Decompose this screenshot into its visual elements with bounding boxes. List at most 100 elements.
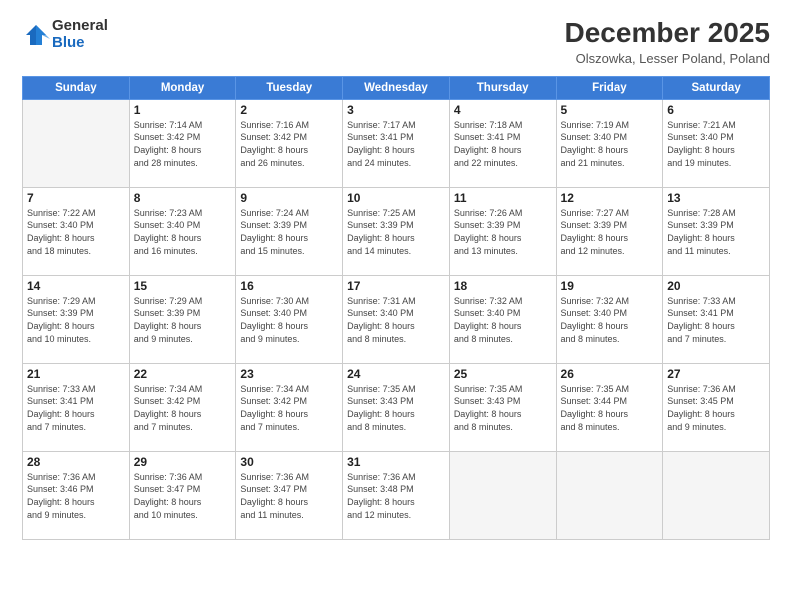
table-row: 17 Sunrise: 7:31 AMSunset: 3:40 PMDayligh… — [343, 275, 450, 363]
cell-info: Sunrise: 7:35 AMSunset: 3:44 PMDaylight:… — [561, 383, 659, 433]
day-number: 30 — [240, 455, 338, 469]
calendar-table: Sunday Monday Tuesday Wednesday Thursday… — [22, 76, 770, 540]
header: General Blue December 2025 Olszowka, Les… — [22, 18, 770, 66]
day-number: 12 — [561, 191, 659, 205]
table-row: 26Sunrise: 7:35 AMSunset: 3:44 PMDayligh… — [556, 363, 663, 451]
cell-info: Sunrise: 7:28 AMSunset: 3:39 PMDaylight:… — [667, 207, 765, 257]
day-number: 19 — [561, 279, 659, 293]
header-monday: Monday — [129, 76, 236, 99]
table-row: 18 Sunrise: 7:32 AMSunset: 3:40 PMDayligh… — [449, 275, 556, 363]
cell-info: Sunrise: 7:36 AMSunset: 3:45 PMDaylight:… — [667, 383, 765, 433]
table-row: 16 Sunrise: 7:30 AMSunset: 3:40 PMDayligh… — [236, 275, 343, 363]
cell-info: Sunrise: 7:35 AMSunset: 3:43 PMDaylight:… — [454, 383, 552, 433]
cell-info: Sunrise: 7:36 AMSunset: 3:48 PMDaylight:… — [347, 471, 445, 521]
table-row: 10 Sunrise: 7:25 AMSunset: 3:39 PMDayligh… — [343, 187, 450, 275]
cell-info: Sunrise: 7:30 AMSunset: 3:40 PMDaylight:… — [240, 295, 338, 345]
table-row: 22Sunrise: 7:34 AMSunset: 3:42 PMDayligh… — [129, 363, 236, 451]
day-number: 14 — [27, 279, 125, 293]
day-number: 10 — [347, 191, 445, 205]
cell-info: Sunrise: 7:16 AMSunset: 3:42 PMDaylight:… — [240, 119, 338, 169]
table-row: 8 Sunrise: 7:23 AMSunset: 3:40 PMDaylight… — [129, 187, 236, 275]
calendar-week-row: 1 Sunrise: 7:14 AMSunset: 3:42 PMDaylight… — [23, 99, 770, 187]
day-number: 25 — [454, 367, 552, 381]
cell-info: Sunrise: 7:26 AMSunset: 3:39 PMDaylight:… — [454, 207, 552, 257]
day-number: 13 — [667, 191, 765, 205]
cell-info: Sunrise: 7:19 AMSunset: 3:40 PMDaylight:… — [561, 119, 659, 169]
table-row: 30Sunrise: 7:36 AMSunset: 3:47 PMDayligh… — [236, 451, 343, 539]
calendar-week-row: 28 Sunrise: 7:36 AMSunset: 3:46 PMDayligh… — [23, 451, 770, 539]
table-row: 6 Sunrise: 7:21 AMSunset: 3:40 PMDaylight… — [663, 99, 770, 187]
logo-icon — [22, 21, 50, 49]
table-row — [556, 451, 663, 539]
logo-blue-text: Blue — [52, 35, 108, 52]
header-tuesday: Tuesday — [236, 76, 343, 99]
calendar-week-row: 14 Sunrise: 7:29 AMSunset: 3:39 PMDayligh… — [23, 275, 770, 363]
table-row: 29 Sunrise: 7:36 AMSunset: 3:47 PMDayligh… — [129, 451, 236, 539]
cell-info: Sunrise: 7:18 AMSunset: 3:41 PMDaylight:… — [454, 119, 552, 169]
header-wednesday: Wednesday — [343, 76, 450, 99]
day-number: 9 — [240, 191, 338, 205]
cell-info: Sunrise: 7:33 AMSunset: 3:41 PMDaylight:… — [667, 295, 765, 345]
day-number: 11 — [454, 191, 552, 205]
location: Olszowka, Lesser Poland, Poland — [565, 51, 770, 66]
header-sunday: Sunday — [23, 76, 130, 99]
table-row: 25 Sunrise: 7:35 AMSunset: 3:43 PMDayligh… — [449, 363, 556, 451]
month-title: December 2025 — [565, 18, 770, 49]
day-number: 15 — [134, 279, 232, 293]
cell-info: Sunrise: 7:27 AMSunset: 3:39 PMDaylight:… — [561, 207, 659, 257]
day-number: 3 — [347, 103, 445, 117]
cell-info: Sunrise: 7:32 AMSunset: 3:40 PMDaylight:… — [454, 295, 552, 345]
table-row: 15Sunrise: 7:29 AMSunset: 3:39 PMDayligh… — [129, 275, 236, 363]
cell-info: Sunrise: 7:14 AMSunset: 3:42 PMDaylight:… — [134, 119, 232, 169]
day-number: 6 — [667, 103, 765, 117]
cell-info: Sunrise: 7:22 AMSunset: 3:40 PMDaylight:… — [27, 207, 125, 257]
cell-info: Sunrise: 7:34 AMSunset: 3:42 PMDaylight:… — [240, 383, 338, 433]
table-row: 23 Sunrise: 7:34 AMSunset: 3:42 PMDayligh… — [236, 363, 343, 451]
calendar-week-row: 7 Sunrise: 7:22 AMSunset: 3:40 PMDaylight… — [23, 187, 770, 275]
day-number: 4 — [454, 103, 552, 117]
cell-info: Sunrise: 7:21 AMSunset: 3:40 PMDaylight:… — [667, 119, 765, 169]
table-row: 13 Sunrise: 7:28 AMSunset: 3:39 PMDayligh… — [663, 187, 770, 275]
day-number: 2 — [240, 103, 338, 117]
table-row: 14 Sunrise: 7:29 AMSunset: 3:39 PMDayligh… — [23, 275, 130, 363]
table-row: 12 Sunrise: 7:27 AMSunset: 3:39 PMDayligh… — [556, 187, 663, 275]
table-row — [449, 451, 556, 539]
day-number: 29 — [134, 455, 232, 469]
table-row: 7 Sunrise: 7:22 AMSunset: 3:40 PMDaylight… — [23, 187, 130, 275]
table-row: 24 Sunrise: 7:35 AMSunset: 3:43 PMDayligh… — [343, 363, 450, 451]
day-number: 18 — [454, 279, 552, 293]
cell-info: Sunrise: 7:36 AMSunset: 3:47 PMDaylight:… — [134, 471, 232, 521]
cell-info: Sunrise: 7:17 AMSunset: 3:41 PMDaylight:… — [347, 119, 445, 169]
table-row: 27Sunrise: 7:36 AMSunset: 3:45 PMDayligh… — [663, 363, 770, 451]
table-row: 5 Sunrise: 7:19 AMSunset: 3:40 PMDaylight… — [556, 99, 663, 187]
cell-info: Sunrise: 7:23 AMSunset: 3:40 PMDaylight:… — [134, 207, 232, 257]
table-row: 9 Sunrise: 7:24 AMSunset: 3:39 PMDaylight… — [236, 187, 343, 275]
header-thursday: Thursday — [449, 76, 556, 99]
logo-text: General Blue — [52, 18, 108, 51]
cell-info: Sunrise: 7:36 AMSunset: 3:46 PMDaylight:… — [27, 471, 125, 521]
table-row: 21Sunrise: 7:33 AMSunset: 3:41 PMDayligh… — [23, 363, 130, 451]
table-row: 20Sunrise: 7:33 AMSunset: 3:41 PMDayligh… — [663, 275, 770, 363]
logo: General Blue — [22, 18, 108, 51]
cell-info: Sunrise: 7:24 AMSunset: 3:39 PMDaylight:… — [240, 207, 338, 257]
cell-info: Sunrise: 7:34 AMSunset: 3:42 PMDaylight:… — [134, 383, 232, 433]
day-number: 17 — [347, 279, 445, 293]
table-row: 11 Sunrise: 7:26 AMSunset: 3:39 PMDayligh… — [449, 187, 556, 275]
cell-info: Sunrise: 7:32 AMSunset: 3:40 PMDaylight:… — [561, 295, 659, 345]
day-number: 1 — [134, 103, 232, 117]
day-number: 28 — [27, 455, 125, 469]
cell-info: Sunrise: 7:29 AMSunset: 3:39 PMDaylight:… — [27, 295, 125, 345]
table-row: 31Sunrise: 7:36 AMSunset: 3:48 PMDayligh… — [343, 451, 450, 539]
day-number: 8 — [134, 191, 232, 205]
day-number: 16 — [240, 279, 338, 293]
day-number: 24 — [347, 367, 445, 381]
day-number: 5 — [561, 103, 659, 117]
title-block: December 2025 Olszowka, Lesser Poland, P… — [565, 18, 770, 66]
day-number: 21 — [27, 367, 125, 381]
day-number: 23 — [240, 367, 338, 381]
day-number: 7 — [27, 191, 125, 205]
cell-info: Sunrise: 7:35 AMSunset: 3:43 PMDaylight:… — [347, 383, 445, 433]
cell-info: Sunrise: 7:31 AMSunset: 3:40 PMDaylight:… — [347, 295, 445, 345]
header-friday: Friday — [556, 76, 663, 99]
cell-info: Sunrise: 7:25 AMSunset: 3:39 PMDaylight:… — [347, 207, 445, 257]
